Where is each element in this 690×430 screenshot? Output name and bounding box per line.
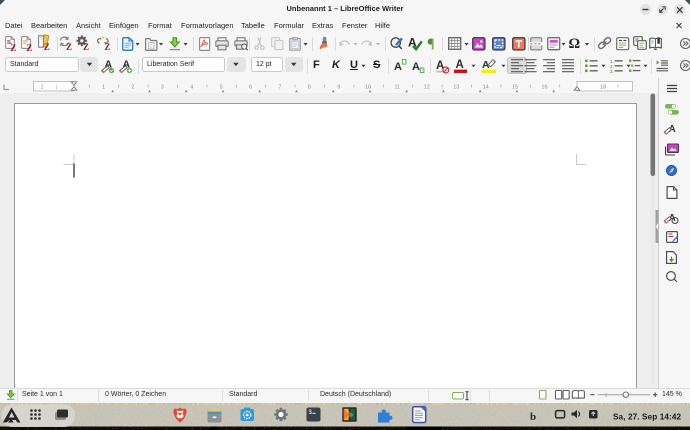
svg-text:A: A <box>394 61 402 73</box>
svg-text:3.: 3. <box>610 69 614 74</box>
svg-text:A: A <box>456 59 464 71</box>
svg-text:|: | <box>56 85 57 91</box>
svg-text:6: 6 <box>249 85 252 91</box>
svg-text:13: 13 <box>453 85 459 91</box>
svg-text:b: b <box>530 411 536 423</box>
svg-text:9: 9 <box>337 85 340 91</box>
svg-text:$: $ <box>309 409 313 416</box>
svg-text:2: 2 <box>131 85 134 91</box>
svg-text:12: 12 <box>424 85 430 91</box>
svg-text:Ω: Ω <box>569 36 581 52</box>
svg-text:15: 15 <box>512 85 518 91</box>
svg-text:1: 1 <box>102 85 105 91</box>
svg-text:A: A <box>412 61 420 73</box>
svg-text:5: 5 <box>220 85 223 91</box>
svg-text:18: 18 <box>600 85 606 91</box>
svg-text:10: 10 <box>365 85 371 91</box>
svg-text:14: 14 <box>483 85 489 91</box>
svg-text:Sa, 27. Sep 14:42: Sa, 27. Sep 14:42 <box>613 413 681 422</box>
svg-text:3: 3 <box>161 85 164 91</box>
svg-text:7: 7 <box>278 85 281 91</box>
svg-text:1: 1 <box>41 85 44 91</box>
svg-text:16: 16 <box>541 85 547 91</box>
svg-text:11: 11 <box>394 85 400 91</box>
svg-text:4: 4 <box>190 85 193 91</box>
svg-text:8: 8 <box>308 85 311 91</box>
